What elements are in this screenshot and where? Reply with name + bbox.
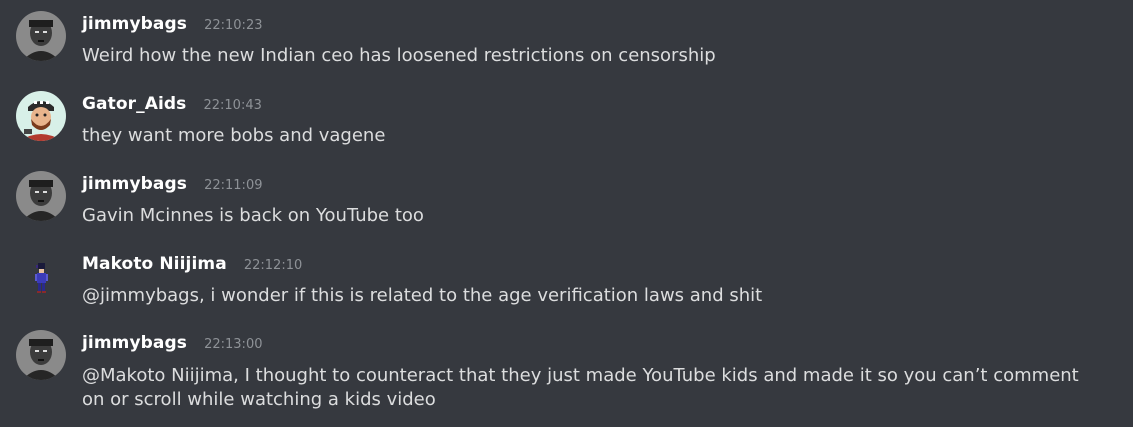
chat-message: jimmybags 22:13:00 @Makoto Niijima, I th… (0, 320, 1133, 427)
message-header: Gator_Aids 22:10:43 (82, 94, 262, 114)
username[interactable]: jimmybags (82, 14, 187, 34)
message-header: Makoto Niijima 22:12:10 (82, 254, 302, 274)
chat-message: Gator_Aids 22:10:43 they want more bobs … (0, 80, 1133, 160)
grayscale-portrait-avatar[interactable] (16, 171, 66, 221)
message-text: Weird how the new Indian ceo has loosene… (82, 45, 716, 66)
chat-message: jimmybags 22:11:09 Gavin Mcinnes is back… (0, 160, 1133, 240)
message-text: @jimmybags, i wonder if this is related … (82, 285, 763, 306)
message-header: jimmybags 22:11:09 (82, 174, 262, 194)
username[interactable]: jimmybags (82, 174, 187, 194)
timestamp: 22:12:10 (243, 258, 303, 273)
timestamp: 22:13:00 (204, 337, 263, 352)
message-header: jimmybags 22:10:23 (82, 14, 262, 34)
chat-message-list: jimmybags 22:10:23 Weird how the new Ind… (0, 0, 1133, 427)
username[interactable]: Gator_Aids (82, 94, 186, 114)
timestamp: 22:11:09 (204, 178, 263, 193)
chat-message: Makoto Niijima 22:12:10 @jimmybags, i wo… (0, 240, 1133, 320)
message-header: jimmybags 22:13:00 (82, 333, 262, 353)
message-text: Gavin Mcinnes is back on YouTube too (82, 205, 424, 226)
username[interactable]: Makoto Niijima (82, 254, 227, 274)
timestamp: 22:10:43 (203, 98, 262, 113)
pixel-sprite-avatar[interactable] (16, 251, 66, 301)
cartoon-bearded-man-avatar[interactable] (16, 91, 66, 141)
message-text: @Makoto Niijima, I thought to counteract… (82, 365, 1079, 410)
grayscale-portrait-avatar[interactable] (16, 330, 66, 380)
grayscale-portrait-avatar[interactable] (16, 11, 66, 61)
chat-message: jimmybags 22:10:23 Weird how the new Ind… (0, 0, 1133, 80)
username[interactable]: jimmybags (82, 333, 187, 353)
timestamp: 22:10:23 (204, 18, 263, 33)
message-text: they want more bobs and vagene (82, 125, 386, 146)
